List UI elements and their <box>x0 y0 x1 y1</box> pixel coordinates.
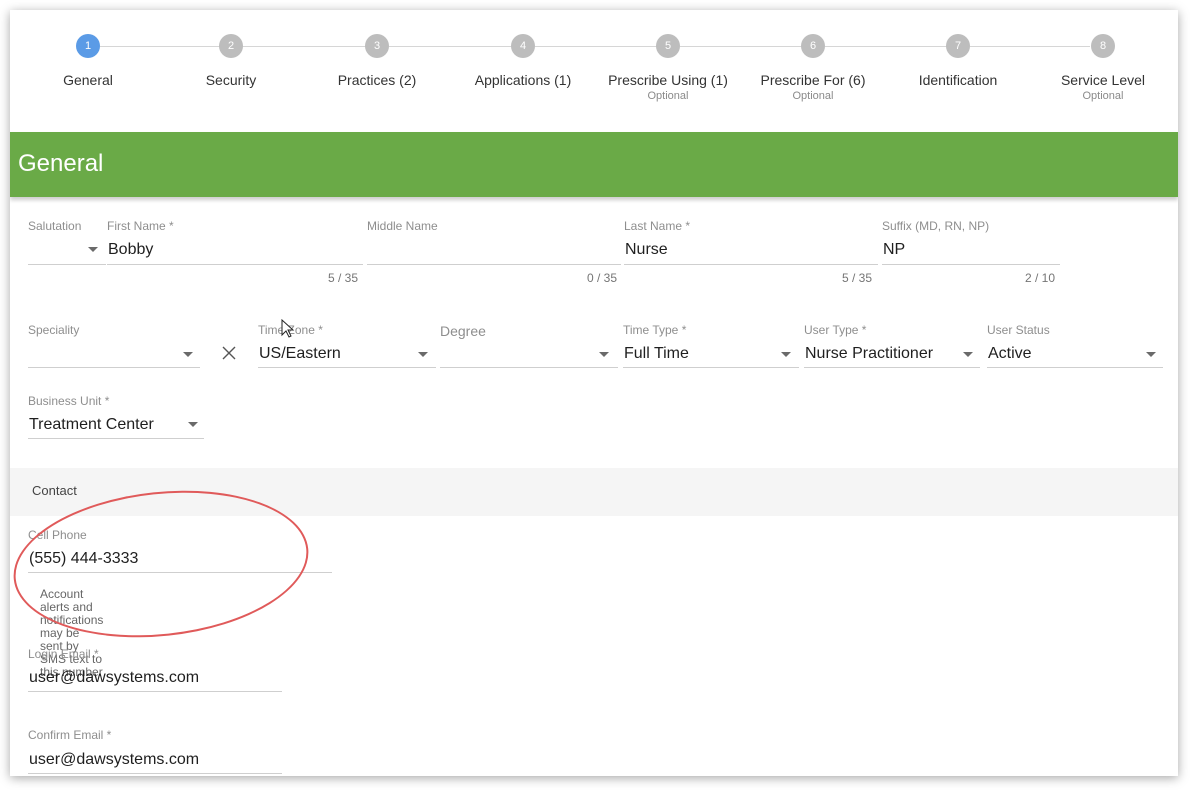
business-unit-value[interactable]: Treatment Center <box>29 416 154 434</box>
caret-down-icon[interactable] <box>599 352 609 357</box>
mouse-cursor-icon <box>281 319 295 338</box>
caret-down-icon[interactable] <box>781 352 791 357</box>
section-title: General <box>18 150 104 177</box>
step-optional-label: Optional <box>1082 90 1124 102</box>
login-email-label: Login Email * <box>28 647 99 661</box>
field-underline <box>107 264 363 265</box>
field-underline <box>804 367 980 368</box>
step-label: Identification <box>918 72 998 88</box>
confirm-email-value[interactable]: user@dawsystems.com <box>29 751 199 769</box>
step-label: Security <box>205 72 257 88</box>
step-label: Prescribe Using (1) <box>608 72 728 88</box>
user-status-label: User Status <box>987 323 1050 337</box>
caret-down-icon[interactable] <box>188 422 198 427</box>
field-underline <box>28 367 200 368</box>
step-label: Applications (1) <box>474 72 572 88</box>
middle-name-label: Middle Name <box>367 219 438 233</box>
last-name-label: Last Name * <box>624 219 691 233</box>
caret-down-icon[interactable] <box>418 352 428 357</box>
last-name-value[interactable]: Nurse <box>625 241 668 259</box>
field-underline <box>623 367 799 368</box>
contact-heading: Contact <box>32 483 77 498</box>
caret-down-icon[interactable] <box>183 352 193 357</box>
char-counter: 0 / 35 <box>587 271 618 285</box>
field-underline <box>258 367 436 368</box>
step-number: 3 <box>365 34 389 58</box>
caret-down-icon[interactable] <box>963 352 973 357</box>
step-number: 2 <box>219 34 243 58</box>
section-header: General <box>10 132 1178 197</box>
field-underline <box>624 264 878 265</box>
time-type-label: Time Type * <box>623 323 687 337</box>
step-number: 8 <box>1091 34 1115 58</box>
char-counter: 2 / 10 <box>1025 271 1056 285</box>
field-underline <box>28 264 106 265</box>
step-general[interactable]: 1 General <box>10 34 168 88</box>
first-name-value[interactable]: Bobby <box>108 241 153 259</box>
stepper: 1 General 2 Security 3 Practices (2) 4 A… <box>10 10 1178 132</box>
caret-down-icon[interactable] <box>88 247 98 252</box>
time-type-value[interactable]: Full Time <box>624 345 689 363</box>
login-email-value[interactable]: user@dawsystems.com <box>29 669 199 687</box>
business-unit-label: Business Unit * <box>28 394 110 408</box>
step-applications[interactable]: 4 Applications (1) <box>443 34 603 88</box>
step-prescribe-for[interactable]: 6 Prescribe For (6) Optional <box>733 34 893 102</box>
step-service-level[interactable]: 8 Service Level Optional <box>1023 34 1178 102</box>
confirm-email-label: Confirm Email * <box>28 728 112 742</box>
field-underline <box>987 367 1163 368</box>
time-zone-value[interactable]: US/Eastern <box>259 345 341 363</box>
user-status-value[interactable]: Active <box>988 345 1032 363</box>
step-label: Service Level <box>1060 72 1146 88</box>
suffix-label: Suffix (MD, RN, NP) <box>882 219 990 233</box>
step-label: Practices (2) <box>337 72 417 88</box>
field-underline <box>367 264 621 265</box>
step-identification[interactable]: 7 Identification <box>878 34 1038 88</box>
step-optional-label: Optional <box>792 90 834 102</box>
char-counter: 5 / 35 <box>328 271 359 285</box>
step-optional-label: Optional <box>647 90 689 102</box>
step-prescribe-using[interactable]: 5 Prescribe Using (1) Optional <box>588 34 748 102</box>
degree-label: Degree <box>440 323 486 339</box>
field-underline <box>882 264 1060 265</box>
step-number: 6 <box>801 34 825 58</box>
step-label: Prescribe For (6) <box>760 72 866 88</box>
close-icon[interactable] <box>222 346 236 360</box>
step-practices[interactable]: 3 Practices (2) <box>297 34 457 88</box>
user-type-label: User Type * <box>804 323 867 337</box>
field-underline <box>28 438 204 439</box>
step-number: 4 <box>511 34 535 58</box>
salutation-label: Salutation <box>28 219 82 233</box>
first-name-label: First Name * <box>107 219 174 233</box>
char-counter: 5 / 35 <box>842 271 873 285</box>
user-type-value[interactable]: Nurse Practitioner <box>805 345 933 363</box>
suffix-value[interactable]: NP <box>883 241 905 259</box>
step-number: 7 <box>946 34 970 58</box>
speciality-label: Speciality <box>28 323 80 337</box>
step-security[interactable]: 2 Security <box>151 34 311 88</box>
caret-down-icon[interactable] <box>1146 352 1156 357</box>
form-window: 1 General 2 Security 3 Practices (2) 4 A… <box>10 10 1178 776</box>
step-label: General <box>63 72 113 88</box>
field-underline <box>28 773 282 774</box>
step-number: 1 <box>76 34 100 58</box>
step-number: 5 <box>656 34 680 58</box>
field-underline <box>440 367 618 368</box>
field-underline <box>28 691 282 692</box>
